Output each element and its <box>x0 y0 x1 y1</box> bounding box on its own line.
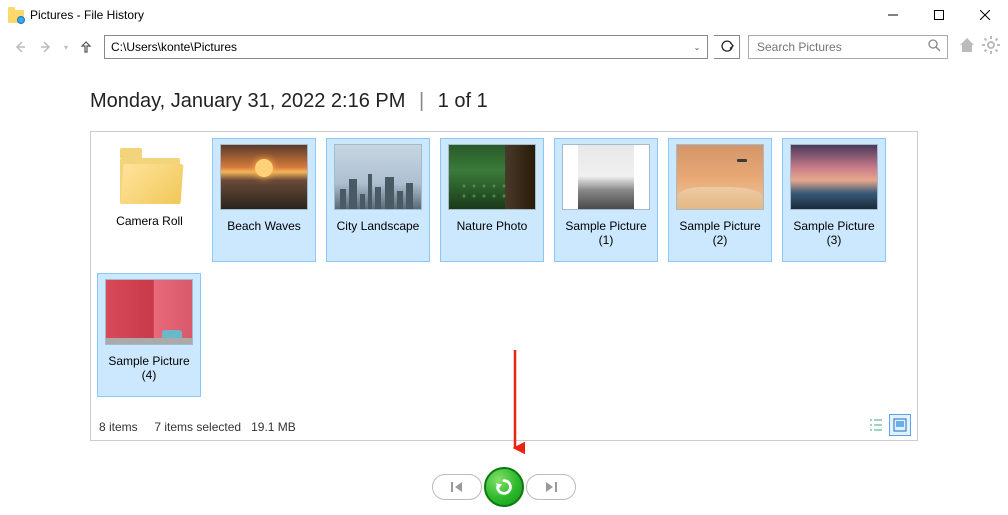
thumbnail <box>449 145 535 209</box>
thumbnail <box>335 145 421 209</box>
gear-icon[interactable] <box>982 36 1000 59</box>
version-timestamp: Monday, January 31, 2022 2:16 PM <box>90 90 405 112</box>
annotation-arrow <box>505 350 525 460</box>
previous-version-button[interactable] <box>432 474 482 500</box>
item-label: Sample Picture (1) <box>555 219 657 248</box>
home-icon[interactable] <box>958 36 976 59</box>
search-icon <box>928 39 941 55</box>
up-button[interactable] <box>74 35 98 59</box>
folder-icon <box>116 148 184 204</box>
refresh-button[interactable] <box>714 35 740 59</box>
item-label: City Landscape <box>335 219 422 233</box>
file-item[interactable]: Nature Photo <box>440 138 544 262</box>
forward-button[interactable] <box>34 35 58 59</box>
thumbnail <box>106 280 192 344</box>
file-item[interactable]: City Landscape <box>326 138 430 262</box>
file-item[interactable]: Sample Picture (3) <box>782 138 886 262</box>
item-label: Sample Picture (2) <box>669 219 771 248</box>
navigation-bar: ▾ C:\Users\konte\Pictures ⌄ <box>0 30 1008 64</box>
restore-button[interactable] <box>484 467 524 507</box>
next-version-button[interactable] <box>526 474 576 500</box>
file-item[interactable]: Sample Picture (2) <box>668 138 772 262</box>
back-button[interactable] <box>8 35 32 59</box>
thumbnail <box>677 145 763 209</box>
item-label: Beach Waves <box>225 219 303 233</box>
selection-size: 19.1 MB <box>251 420 296 434</box>
item-label: Sample Picture (3) <box>783 219 885 248</box>
page-heading: Monday, January 31, 2022 2:16 PM | 1 of … <box>90 90 918 113</box>
address-path: C:\Users\konte\Pictures <box>105 40 687 54</box>
maximize-button[interactable] <box>916 0 962 30</box>
title-bar: Pictures - File History <box>0 0 1008 30</box>
file-item[interactable]: Sample Picture (1) <box>554 138 658 262</box>
search-input[interactable] <box>755 39 928 55</box>
recent-dropdown[interactable]: ▾ <box>60 43 72 52</box>
folder-item[interactable]: Camera Roll <box>97 138 202 263</box>
file-item[interactable]: Sample Picture (4) <box>97 273 201 397</box>
details-view-button[interactable] <box>865 414 887 436</box>
version-pager: 1 of 1 <box>438 90 488 112</box>
thumbnails-view-button[interactable] <box>889 414 911 436</box>
thumbnail <box>563 145 649 209</box>
window-title: Pictures - File History <box>30 8 144 22</box>
close-button[interactable] <box>962 0 1008 30</box>
item-label: Sample Picture (4) <box>98 354 200 383</box>
file-item[interactable]: Beach Waves <box>212 138 316 262</box>
thumbnail <box>791 145 877 209</box>
search-box[interactable] <box>748 35 948 59</box>
minimize-button[interactable] <box>870 0 916 30</box>
app-icon <box>8 7 24 23</box>
address-dropdown[interactable]: ⌄ <box>687 36 707 58</box>
item-count: 8 items <box>99 420 138 434</box>
thumbnail <box>221 145 307 209</box>
selection-count: 7 items selected <box>154 420 241 434</box>
status-bar: 8 items 7 items selected 19.1 MB <box>99 420 296 434</box>
file-listing: Camera Roll Beach Waves City Landscape Natu… <box>90 131 918 441</box>
item-label: Nature Photo <box>455 219 530 233</box>
item-label: Camera Roll <box>114 214 185 228</box>
address-bar[interactable]: C:\Users\konte\Pictures ⌄ <box>104 35 708 59</box>
playback-controls <box>432 467 576 507</box>
